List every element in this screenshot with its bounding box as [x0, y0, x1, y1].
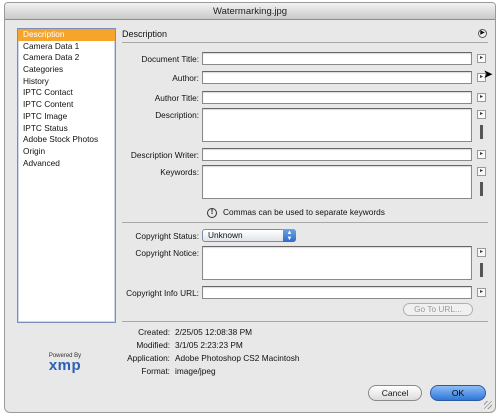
- file-info-dialog: Watermarking.jpg Description Camera Data…: [4, 2, 496, 413]
- xmp-logo: Powered By xmp: [35, 353, 95, 373]
- sidebar-item-adobe-stock-photos[interactable]: Adobe Stock Photos: [18, 134, 115, 146]
- sidebar-list[interactable]: Description Camera Data 1 Camera Data 2 …: [17, 28, 116, 323]
- keywords-hint: ! Commas can be used to separate keywords: [207, 207, 385, 218]
- copyright-notice-field[interactable]: [202, 246, 472, 280]
- copyright-url-label: Copyright Info URL:: [126, 288, 199, 298]
- sidebar-item-iptc-image[interactable]: IPTC Image: [18, 111, 115, 123]
- sidebar-item-iptc-contact[interactable]: IPTC Contact: [18, 87, 115, 99]
- copyright-url-menu-icon[interactable]: ▸: [477, 288, 486, 297]
- copyright-status-select[interactable]: Unknown ▲ ▼: [202, 229, 296, 242]
- section-menu-icon[interactable]: ▶: [478, 29, 487, 38]
- sidebar-item-description[interactable]: Description: [18, 29, 115, 41]
- sidebar-item-history[interactable]: History: [18, 76, 115, 88]
- info-divider: [122, 321, 488, 322]
- sidebar-item-camera-data-1[interactable]: Camera Data 1: [18, 41, 115, 53]
- document-title-label: Document Title:: [141, 54, 199, 64]
- description-field[interactable]: [202, 108, 472, 142]
- sidebar-item-iptc-content[interactable]: IPTC Content: [18, 99, 115, 111]
- keywords-field[interactable]: [202, 165, 472, 199]
- created-label: Created:: [138, 327, 170, 337]
- modified-value: 3/1/05 2:23:23 PM: [175, 340, 243, 350]
- description-menu-icon[interactable]: ▸: [477, 110, 486, 119]
- application-value: Adobe Photoshop CS2 Macintosh: [175, 353, 300, 363]
- section-divider: [122, 42, 488, 43]
- resize-grip-icon[interactable]: [484, 401, 492, 409]
- copyright-divider: [122, 222, 488, 223]
- keywords-hint-text: Commas can be used to separate keywords: [223, 207, 385, 217]
- copyright-status-value: Unknown: [208, 230, 243, 240]
- copyright-notice-label: Copyright Notice:: [135, 248, 199, 258]
- author-label: Author:: [172, 73, 199, 83]
- ok-button[interactable]: OK: [430, 385, 486, 401]
- sidebar-item-camera-data-2[interactable]: Camera Data 2: [18, 52, 115, 64]
- keywords-scroll-indicator[interactable]: [480, 182, 483, 196]
- author-field[interactable]: [202, 71, 472, 84]
- sidebar-item-iptc-status[interactable]: IPTC Status: [18, 123, 115, 135]
- sidebar-item-categories[interactable]: Categories: [18, 64, 115, 76]
- go-to-url-button[interactable]: Go To URL...: [403, 303, 473, 316]
- description-label: Description:: [155, 110, 199, 120]
- description-writer-label: Description Writer:: [130, 150, 199, 160]
- section-title: Description: [122, 29, 168, 39]
- xmp-logo-text: xmp: [48, 357, 82, 374]
- cancel-button[interactable]: Cancel: [368, 385, 422, 401]
- document-title-menu-icon[interactable]: ▸: [477, 54, 486, 63]
- sidebar-item-origin[interactable]: Origin: [18, 146, 115, 158]
- copyright-notice-scroll-indicator[interactable]: [480, 263, 483, 277]
- keywords-label: Keywords:: [160, 167, 199, 177]
- updown-arrows-icon: ▲ ▼: [283, 229, 296, 242]
- keywords-menu-icon[interactable]: ▸: [477, 167, 486, 176]
- copyright-url-field[interactable]: [202, 286, 472, 299]
- created-value: 2/25/05 12:08:38 PM: [175, 327, 253, 337]
- format-value: image/jpeg: [175, 366, 216, 376]
- description-writer-field[interactable]: [202, 148, 472, 161]
- window-title: Watermarking.jpg: [5, 3, 495, 20]
- sidebar-item-advanced[interactable]: Advanced: [18, 158, 115, 170]
- mouse-cursor-icon: ➤: [483, 67, 494, 81]
- copyright-notice-menu-icon[interactable]: ▸: [477, 248, 486, 257]
- copyright-status-label: Copyright Status:: [135, 231, 199, 241]
- document-title-field[interactable]: [202, 52, 472, 65]
- author-title-menu-icon[interactable]: ▸: [477, 93, 486, 102]
- description-writer-menu-icon[interactable]: ▸: [477, 150, 486, 159]
- author-title-field[interactable]: [202, 91, 472, 104]
- author-title-label: Author Title:: [154, 93, 199, 103]
- exclamation-icon: !: [207, 207, 217, 218]
- modified-label: Modified:: [136, 340, 170, 350]
- description-scroll-indicator[interactable]: [480, 125, 483, 139]
